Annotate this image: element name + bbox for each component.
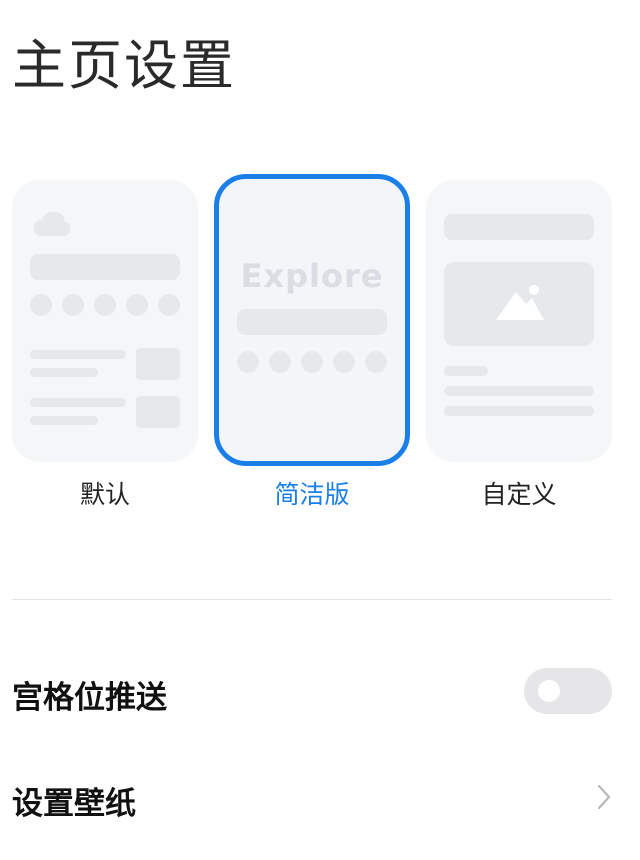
- header-placeholder: [444, 214, 594, 240]
- grid-push-toggle[interactable]: [524, 668, 612, 714]
- text-line-placeholder: [444, 406, 594, 416]
- layout-options: 默认 Explore 简洁版 自定义: [0, 170, 640, 530]
- app-icon-placeholder: [30, 294, 52, 316]
- layout-preview-simple: Explore: [214, 174, 410, 466]
- divider: [12, 599, 612, 600]
- setting-wallpaper[interactable]: 设置壁纸: [12, 762, 614, 832]
- app-icon-placeholder: [365, 351, 387, 373]
- text-line-placeholder: [30, 368, 98, 377]
- app-icon-placeholder: [301, 351, 323, 373]
- setting-label: 宫格位推送: [12, 680, 167, 716]
- app-icon-placeholder: [237, 351, 259, 373]
- text-line-placeholder: [444, 386, 594, 396]
- thumbnail-placeholder: [136, 396, 180, 428]
- text-line-placeholder: [30, 416, 98, 425]
- layout-option-custom[interactable]: 自定义: [426, 170, 622, 530]
- layout-option-simple[interactable]: Explore 简洁版: [214, 170, 410, 530]
- image-icon: [496, 285, 544, 320]
- text-line-placeholder: [30, 350, 126, 359]
- app-icon-placeholder: [333, 351, 355, 373]
- app-icon-placeholder: [269, 351, 291, 373]
- layout-option-label: 简洁版: [274, 480, 350, 509]
- cloud-icon: [34, 212, 70, 236]
- setting-label: 设置壁纸: [12, 786, 136, 822]
- layout-preview-custom: [426, 180, 612, 462]
- layout-option-label: 默认: [79, 480, 130, 509]
- text-line-placeholder: [444, 366, 488, 376]
- app-icon-placeholder: [158, 294, 180, 316]
- thumbnail-placeholder: [136, 348, 180, 380]
- layout-preview-default: [12, 180, 198, 462]
- explore-preview-text: Explore: [240, 257, 384, 295]
- text-line-placeholder: [30, 398, 126, 407]
- chevron-right-icon: [597, 784, 611, 810]
- toggle-knob: [538, 680, 560, 702]
- search-bar-placeholder: [30, 254, 180, 280]
- page-title: 主页设置: [12, 34, 236, 97]
- setting-grid-push[interactable]: 宫格位推送: [12, 656, 614, 726]
- app-icon-placeholder: [126, 294, 148, 316]
- layout-option-default[interactable]: 默认: [12, 170, 208, 530]
- app-icon-placeholder: [62, 294, 84, 316]
- layout-option-label: 自定义: [481, 480, 557, 509]
- app-icon-placeholder: [94, 294, 116, 316]
- search-bar-placeholder: [237, 309, 387, 335]
